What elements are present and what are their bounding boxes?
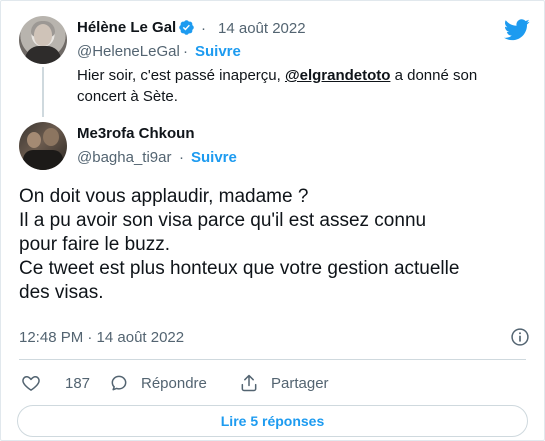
parent-author-handle[interactable]: @HeleneLeGal: [77, 43, 180, 60]
twitter-bird-icon[interactable]: [504, 19, 530, 41]
tweet-text-line: Il a pu avoir son visa parce qu'il est a…: [19, 210, 427, 231]
tweet-timestamp[interactable]: 12:48 PM · 14 août 2022: [19, 329, 184, 346]
tweet-text-line: pour faire le buzz.: [19, 234, 171, 255]
parent-tweet-date[interactable]: 14 août 2022: [218, 20, 306, 37]
tweet-text-line: Ce tweet est plus honteux que votre gest…: [19, 258, 460, 279]
handle-separator: ·: [183, 43, 188, 60]
share-icon: [241, 374, 257, 392]
main-author-handle[interactable]: @bagha_ti9ar: [77, 149, 171, 166]
main-tweet-text: On doit vous applaudir, madame ? Il a pu…: [19, 185, 534, 305]
tweet-text-line: On doit vous applaudir, madame ?: [19, 186, 309, 207]
actions-divider: [19, 359, 526, 360]
main-author-avatar[interactable]: [19, 122, 67, 170]
read-replies-button[interactable]: Lire 5 réponses: [17, 405, 528, 437]
follow-main-author-button[interactable]: Suivre: [191, 149, 237, 166]
parent-tweet-text: Hier soir, c'est passé inaperçu, @elgran…: [77, 67, 478, 105]
thread-connector-line: [42, 67, 44, 117]
verified-badge-icon: [179, 20, 194, 35]
mention-link[interactable]: @elgrandetoto: [285, 67, 390, 84]
parent-author-avatar[interactable]: [19, 16, 67, 64]
like-count: 187: [65, 374, 91, 392]
share-label: Partager: [271, 374, 329, 392]
main-author-name[interactable]: Me3rofa Chkoun: [77, 125, 195, 142]
tweet-embed-card: Hélène Le Gal · 14 août 2022 @HeleneLeGa…: [0, 0, 545, 441]
comment-icon: [111, 375, 127, 391]
reply-button[interactable]: Répondre: [109, 373, 207, 393]
handle-separator: ·: [179, 149, 184, 166]
share-button[interactable]: Partager: [239, 373, 329, 393]
heart-icon: [22, 376, 40, 391]
reply-label: Répondre: [141, 374, 207, 392]
parent-author-name[interactable]: Hélène Le Gal: [77, 19, 176, 36]
info-icon[interactable]: [510, 327, 530, 347]
like-button[interactable]: 187: [21, 373, 90, 393]
date-separator: ·: [201, 20, 206, 37]
follow-parent-author-button[interactable]: Suivre: [195, 43, 241, 60]
tweet-text-line: des visas.: [19, 282, 104, 303]
